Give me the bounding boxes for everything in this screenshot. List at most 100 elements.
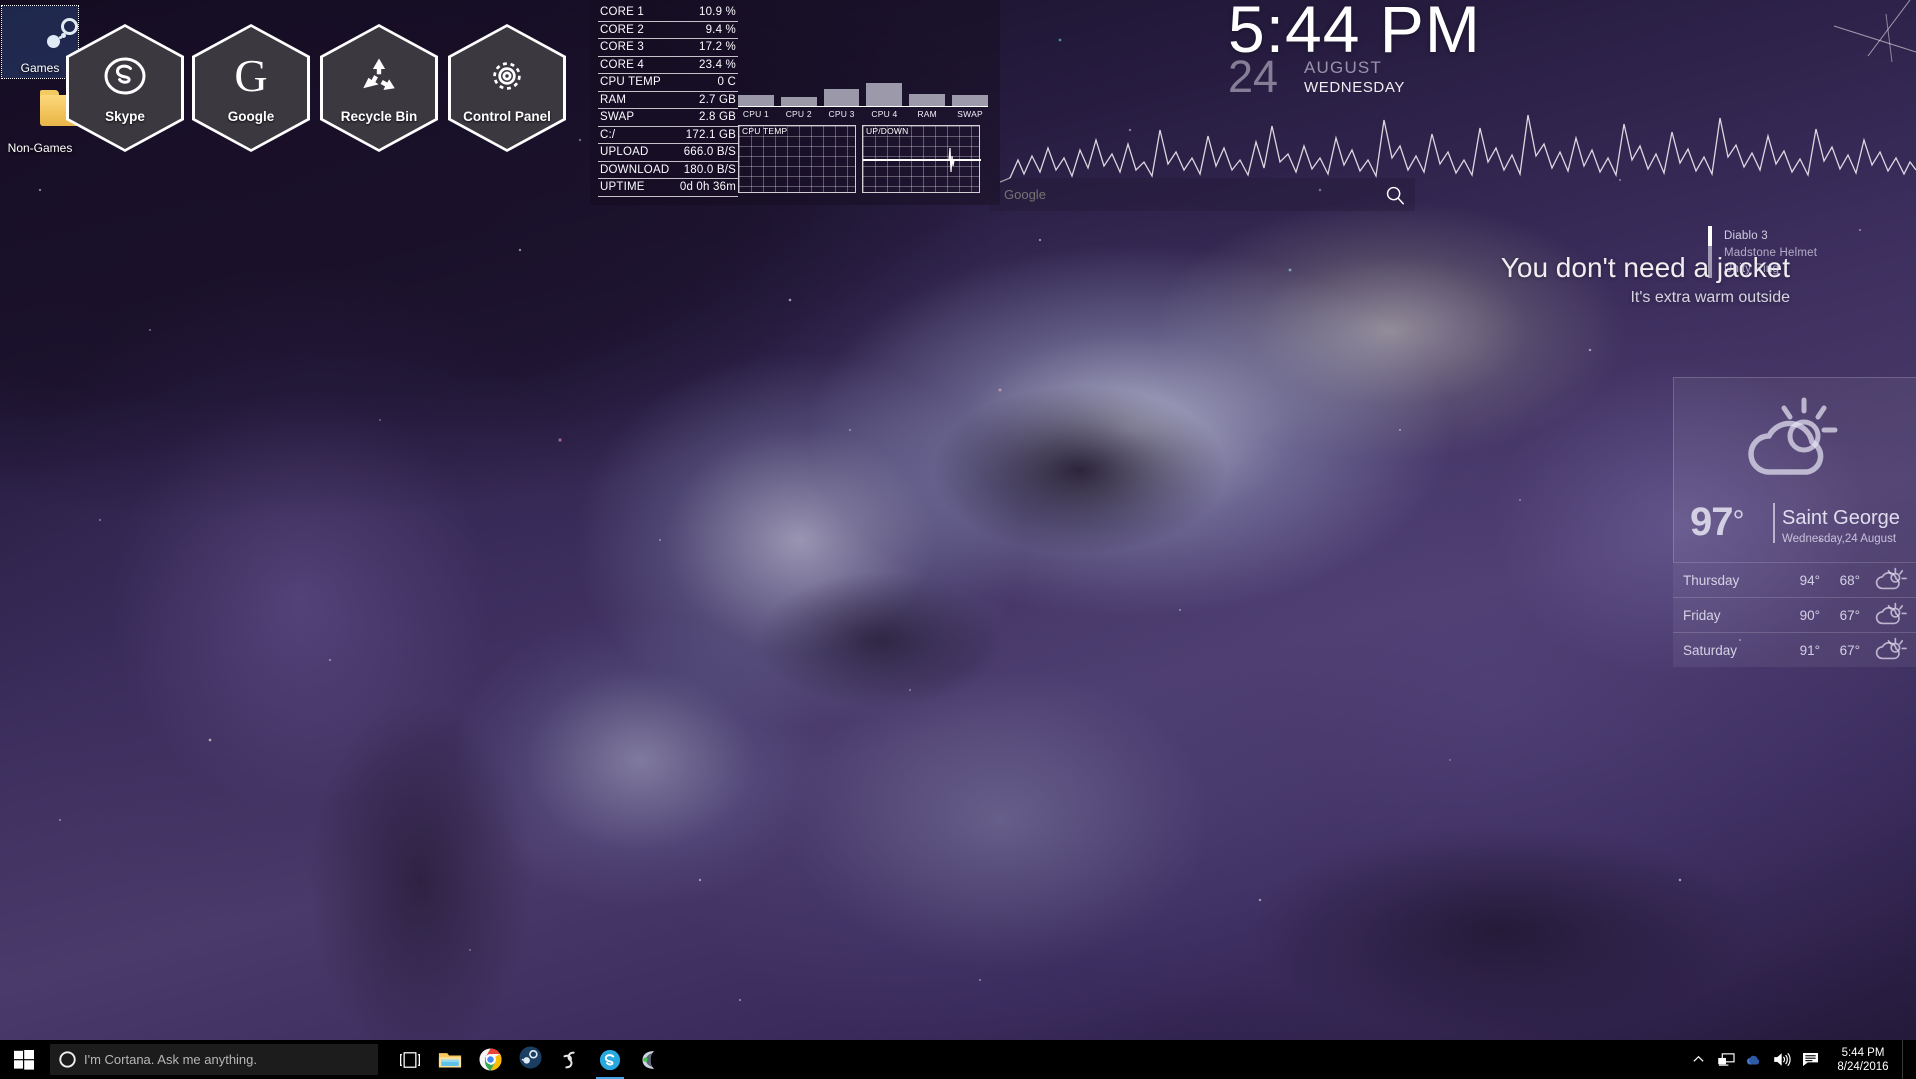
partly-cloudy-icon [1735,392,1855,493]
start-button[interactable] [0,1040,48,1079]
desktop-clock: 5:44 PM 24 AUGUST WEDNESDAY [1228,0,1481,102]
tray-clock-date: 8/24/2016 [1837,1060,1889,1073]
stat-key: CORE 1 [600,6,645,18]
forecast-high: 94° [1799,572,1820,588]
taskbar-steam-button[interactable] [510,1040,550,1079]
degree-symbol: ° [1732,505,1745,538]
shortcut-control-panel[interactable]: Control Panel [448,24,566,152]
forecast-row[interactable]: Friday 90° 67° [1673,597,1916,632]
gear-icon [485,53,529,99]
bar [952,95,988,106]
stat-value: 172.1 GB [685,128,736,141]
partly-cloudy-icon [1864,602,1916,628]
system-stats-panel: CORE 1 10.9 % CORE 2 9.4 % CORE 3 17.2 % CO… [590,0,1000,205]
bar [866,83,903,106]
stat-row: UPLOAD 666.0 B/S [598,144,738,162]
shortcut-google[interactable]: G Google [192,24,310,152]
partly-cloudy-icon [1864,637,1916,663]
weather-widget[interactable]: 97° Saint George Wednesday,24 August [1673,377,1916,562]
forecast-low: 67° [1839,642,1860,658]
taskbar[interactable]: I'm Cortana. Ask me anything. 5:44 PM 8/… [0,1040,1916,1079]
show-desktop-button[interactable] [1902,1040,1910,1079]
tray-clock-time: 5:44 PM [1841,1046,1885,1059]
bar-label: SWAP [957,109,983,119]
stat-value: 2.8 GB [699,111,736,123]
stat-key: UPLOAD [600,146,649,158]
system-tray[interactable]: 5:44 PM 8/24/2016 [1684,1040,1916,1079]
desktop-icon-label: Games [20,61,60,75]
task-view-icon [400,1051,420,1068]
stat-row: CORE 3 17.2 % [598,39,738,57]
google-search-bar[interactable] [990,178,1415,211]
bar-label: CPU 2 [785,109,812,119]
forecast-row[interactable]: Saturday 91° 67° [1673,632,1916,667]
taskbar-obs-button[interactable] [550,1040,590,1079]
bar-label: CPU 3 [828,109,855,119]
bar-label: RAM [917,109,937,119]
stat-value: 0 C [717,76,736,88]
stat-value: 10.9 % [698,6,736,18]
cortana-placeholder: I'm Cortana. Ask me anything. [84,1052,258,1067]
taskbar-skype-button[interactable] [590,1040,630,1079]
taskbar-clock[interactable]: 5:44 PM 8/24/2016 [1824,1046,1902,1074]
skype-icon [599,1049,621,1070]
clock-month: AUGUST [1304,58,1383,77]
onedrive-icon[interactable] [1740,1040,1768,1079]
cortana-search-box[interactable]: I'm Cortana. Ask me anything. [50,1044,378,1075]
graph-label: CPU TEMP [741,126,789,136]
forecast-day: Saturday [1683,642,1738,658]
windows-logo-icon [14,1049,34,1070]
forecast-low: 68° [1839,572,1860,588]
stat-row: CORE 2 9.4 % [598,22,738,39]
stat-key: RAM [600,93,627,106]
cortana-icon [50,1050,84,1069]
stat-row: RAM 2.7 GB [598,92,738,109]
obs-icon [563,1051,575,1068]
shortcut-recycle-bin[interactable]: Recycle Bin [320,24,438,152]
taskbar-chrome-button[interactable] [470,1040,510,1079]
stat-value: 666.0 B/S [683,146,736,158]
shortcut-skype[interactable]: Skype [66,24,184,152]
forecast-row[interactable]: Thursday 94° 68° [1673,562,1916,597]
forecast-day: Thursday [1683,572,1740,588]
stat-value: 2.7 GB [699,93,736,106]
audio-visualizer [1000,114,1916,183]
show-hidden-icons-chevron[interactable] [1684,1040,1712,1079]
network-icon[interactable] [1712,1040,1740,1079]
desktop[interactable]: Games Non-Games Skype G Google Recycle B… [0,0,1916,1079]
cpu-usage-bar-chart: CPU 1 CPU 2 CPU 3 CPU 4 RAM SWAP [738,83,988,119]
list-accent-bar [1708,226,1712,246]
weather-divider [1773,503,1775,543]
list-item: Unity Ring [1724,263,1780,275]
search-input[interactable] [990,187,1375,202]
volume-icon[interactable] [1768,1040,1796,1079]
network-updown-graph: UP/DOWN [862,125,981,193]
clock-day-number: 24 [1228,51,1279,102]
taskbar-apps[interactable] [390,1040,670,1079]
stat-key: DOWNLOAD [600,163,670,176]
clock-weekday: WEDNESDAY [1304,79,1405,96]
stat-row: CORE 1 10.9 % [598,4,738,22]
chrome-icon [478,1048,502,1071]
bar-label: CPU 4 [871,109,898,119]
google-g-icon: G [234,49,268,101]
stat-key: CORE 2 [600,23,645,36]
taskbar-task-view-button[interactable] [390,1040,430,1079]
graph-trace [863,147,981,173]
skype-icon [103,53,147,99]
stat-row: DOWNLOAD 180.0 B/S [598,162,738,179]
shortcut-label: Recycle Bin [340,108,418,124]
desktop-icon-label: Non-Games [7,141,73,155]
action-center-icon[interactable] [1796,1040,1824,1079]
list-item: Diablo 3 [1724,230,1768,242]
stat-row: C:/ 172.1 GB [598,127,738,144]
taskbar-file-explorer-button[interactable] [430,1040,470,1079]
forecast-high: 91° [1799,642,1820,658]
weather-city: Saint George [1782,507,1900,529]
stat-value: 180.0 B/S [683,163,736,176]
search-icon[interactable] [1375,184,1415,206]
taskbar-discord-button[interactable] [630,1040,670,1079]
forecast-high: 90° [1799,607,1820,623]
shortcut-label: Skype [105,108,145,124]
recycle-icon [358,53,400,99]
